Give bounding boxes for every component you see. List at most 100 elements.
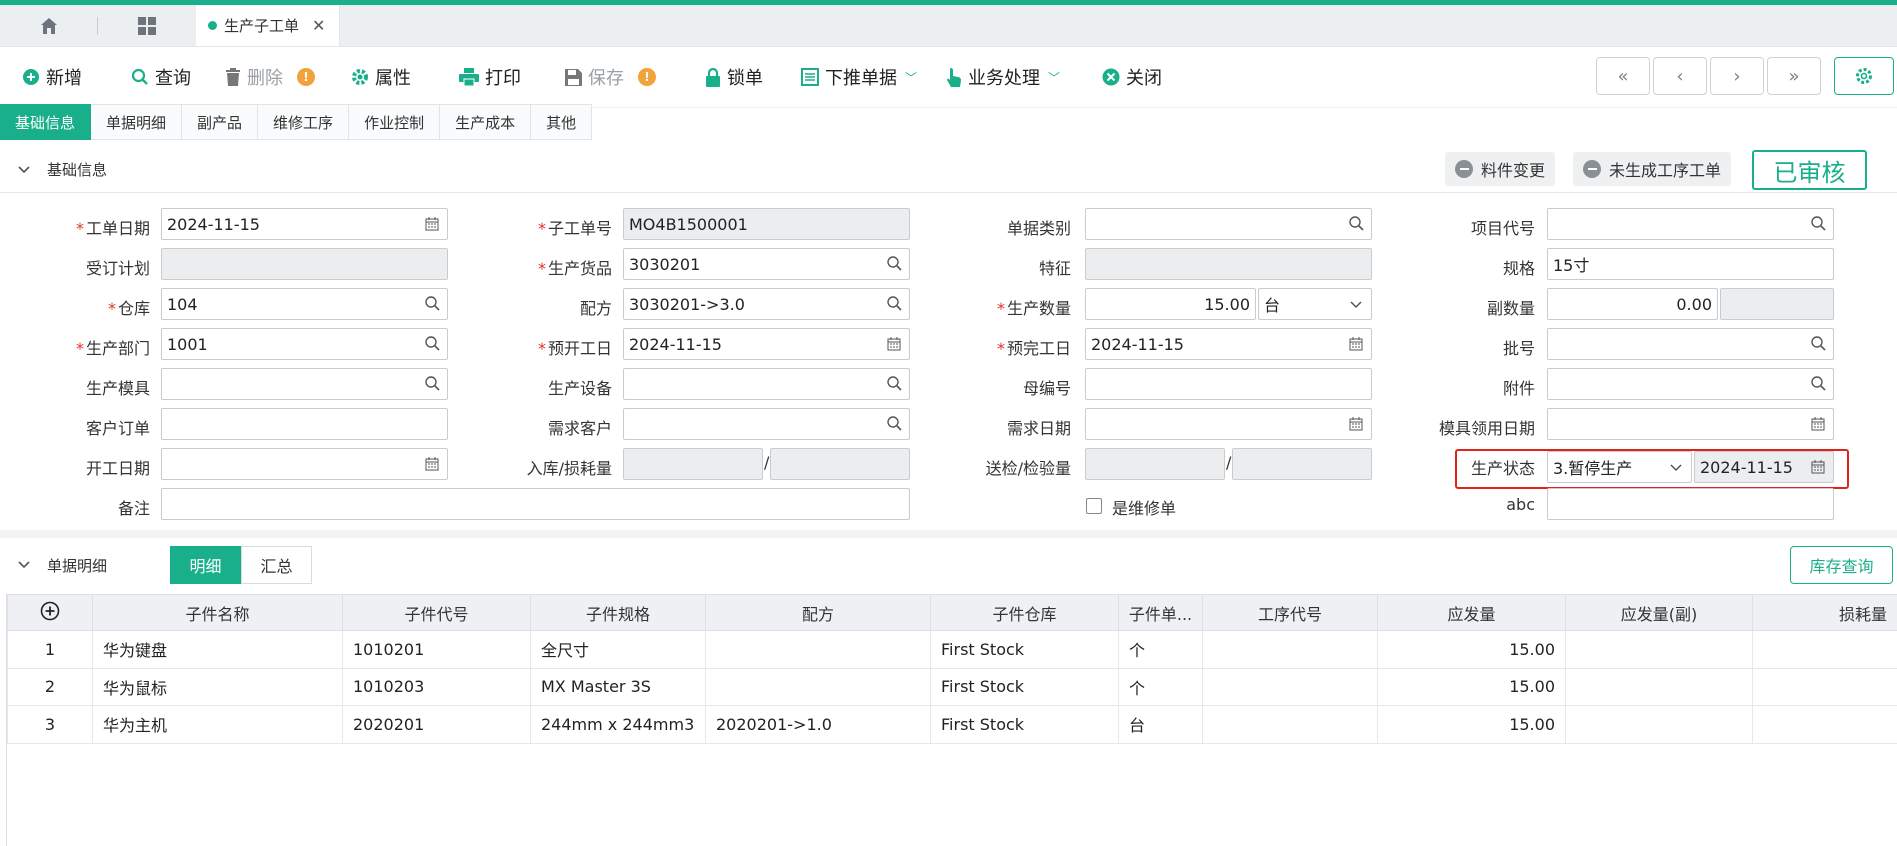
search-icon[interactable] [1349, 216, 1365, 232]
material-change-button[interactable]: 料件变更 [1445, 152, 1556, 186]
prod-status-select[interactable]: 3.暂停生产 [1547, 451, 1692, 483]
prev-record-button[interactable]: ‹ [1653, 57, 1707, 95]
cell-formula[interactable]: 2020201->1.0 [705, 705, 931, 744]
settings-button[interactable] [1834, 57, 1894, 95]
chevron-down-icon[interactable] [18, 559, 30, 571]
cell-formula[interactable] [705, 667, 931, 706]
tab-job-control[interactable]: 作业控制 [349, 104, 441, 140]
apps-grid-icon[interactable] [98, 5, 196, 46]
search-icon[interactable] [887, 416, 903, 432]
cell-loss[interactable] [1752, 705, 1897, 744]
warehouse-field[interactable]: 104 [161, 288, 448, 320]
column-header[interactable]: 损耗量 [1752, 594, 1897, 631]
stock-query-button[interactable]: 库存查询 [1790, 546, 1893, 584]
search-icon[interactable] [887, 296, 903, 312]
search-icon[interactable] [425, 376, 441, 392]
home-icon[interactable] [0, 5, 98, 46]
column-header[interactable]: 工序代号 [1202, 594, 1378, 631]
cell-spec[interactable]: 244mm x 244mm3 [530, 705, 706, 744]
cell-unit[interactable]: 个 [1118, 667, 1203, 706]
no-process-order-button[interactable]: 未生成工序工单 [1573, 152, 1732, 186]
table-row[interactable]: 1 华为键盘 1010201 全尺寸 First Stock 个 15.00 [7, 630, 1897, 669]
cell-process[interactable] [1202, 630, 1378, 669]
lock-button[interactable]: 锁单 [705, 64, 763, 90]
add-row-header[interactable] [7, 594, 93, 631]
plus-circle-icon[interactable] [40, 601, 60, 621]
delete-button[interactable]: 删除 ! [225, 64, 315, 90]
cell-unit[interactable]: 个 [1118, 630, 1203, 669]
remark-field[interactable] [161, 488, 910, 520]
cell-warehouse[interactable]: First Stock [930, 630, 1119, 669]
search-icon[interactable] [887, 256, 903, 272]
batch-field[interactable] [1547, 328, 1834, 360]
cell-qty-sub[interactable] [1565, 630, 1753, 669]
repair-checkbox[interactable] [1086, 498, 1102, 514]
table-row[interactable]: 2 华为鼠标 1010203 MX Master 3S First Stock … [7, 667, 1897, 706]
query-button[interactable]: 查询 [131, 64, 191, 90]
sub-qty-field[interactable]: 0.00 [1547, 288, 1718, 320]
spec-field[interactable]: 15寸 [1547, 248, 1834, 280]
tab-other[interactable]: 其他 [531, 104, 593, 140]
cell-loss[interactable] [1752, 630, 1897, 669]
order-date-field[interactable]: 2024-11-15 [161, 208, 448, 240]
close-button[interactable]: 关闭 [1102, 64, 1162, 90]
search-icon[interactable] [1811, 216, 1827, 232]
column-header[interactable]: 配方 [705, 594, 931, 631]
cell-qty-sub[interactable] [1565, 667, 1753, 706]
tab-production-cost[interactable]: 生产成本 [440, 104, 532, 140]
cell-process[interactable] [1202, 705, 1378, 744]
close-tab-icon[interactable]: ✕ [312, 16, 325, 35]
first-record-button[interactable]: « [1596, 57, 1650, 95]
project-code-field[interactable] [1547, 208, 1834, 240]
cell-loss[interactable] [1752, 667, 1897, 706]
cell-unit[interactable]: 台 [1118, 705, 1203, 744]
column-header[interactable]: 应发量 [1377, 594, 1566, 631]
next-record-button[interactable]: › [1710, 57, 1764, 95]
tab-summary[interactable]: 汇总 [241, 546, 312, 584]
calendar-icon[interactable] [1811, 416, 1827, 432]
cell-name[interactable]: 华为主机 [92, 705, 343, 744]
business-dropdown[interactable]: 业务处理 ﹀ [946, 64, 1060, 90]
column-header[interactable]: 子件规格 [530, 594, 706, 631]
search-icon[interactable] [1811, 336, 1827, 352]
column-header[interactable]: 子件名称 [92, 594, 343, 631]
cell-code[interactable]: 2020201 [342, 705, 531, 744]
cell-qty[interactable]: 15.00 [1377, 667, 1566, 706]
new-button[interactable]: 新增 [22, 64, 82, 90]
cell-process[interactable] [1202, 667, 1378, 706]
equipment-field[interactable] [623, 368, 910, 400]
chevron-down-icon[interactable] [18, 164, 30, 176]
tab-repair-process[interactable]: 维修工序 [258, 104, 350, 140]
cell-formula[interactable] [705, 630, 931, 669]
calendar-icon[interactable] [425, 216, 441, 232]
calendar-icon[interactable] [887, 336, 903, 352]
push-down-dropdown[interactable]: 下推单据 ﹀ [801, 64, 917, 90]
search-icon[interactable] [425, 336, 441, 352]
demand-date-field[interactable] [1085, 408, 1372, 440]
plan-end-field[interactable]: 2024-11-15 [1085, 328, 1372, 360]
abc-field[interactable] [1547, 488, 1834, 520]
plan-start-field[interactable]: 2024-11-15 [623, 328, 910, 360]
calendar-icon[interactable] [1349, 336, 1365, 352]
mold-date-field[interactable] [1547, 408, 1834, 440]
product-field[interactable]: 3030201 [623, 248, 910, 280]
column-header[interactable]: 子件仓库 [930, 594, 1119, 631]
tab-production-suborder[interactable]: 生产子工单 ✕ [196, 5, 341, 46]
cell-warehouse[interactable]: First Stock [930, 705, 1119, 744]
properties-button[interactable]: 属性 [351, 64, 411, 90]
calendar-icon[interactable] [425, 456, 441, 472]
cell-qty[interactable]: 15.00 [1377, 630, 1566, 669]
cell-code[interactable]: 1010201 [342, 630, 531, 669]
tab-detail[interactable]: 明细 [170, 546, 241, 584]
cell-qty[interactable]: 15.00 [1377, 705, 1566, 744]
start-date-field[interactable] [161, 448, 448, 480]
doc-type-field[interactable] [1085, 208, 1372, 240]
mold-field[interactable] [161, 368, 448, 400]
calendar-icon[interactable] [1349, 416, 1365, 432]
column-header[interactable]: 子件代号 [342, 594, 531, 631]
cell-spec[interactable]: MX Master 3S [530, 667, 706, 706]
qty-field[interactable]: 15.00 [1085, 288, 1256, 320]
search-icon[interactable] [425, 296, 441, 312]
tab-basic-info[interactable]: 基础信息 [0, 104, 92, 140]
cell-code[interactable]: 1010203 [342, 667, 531, 706]
